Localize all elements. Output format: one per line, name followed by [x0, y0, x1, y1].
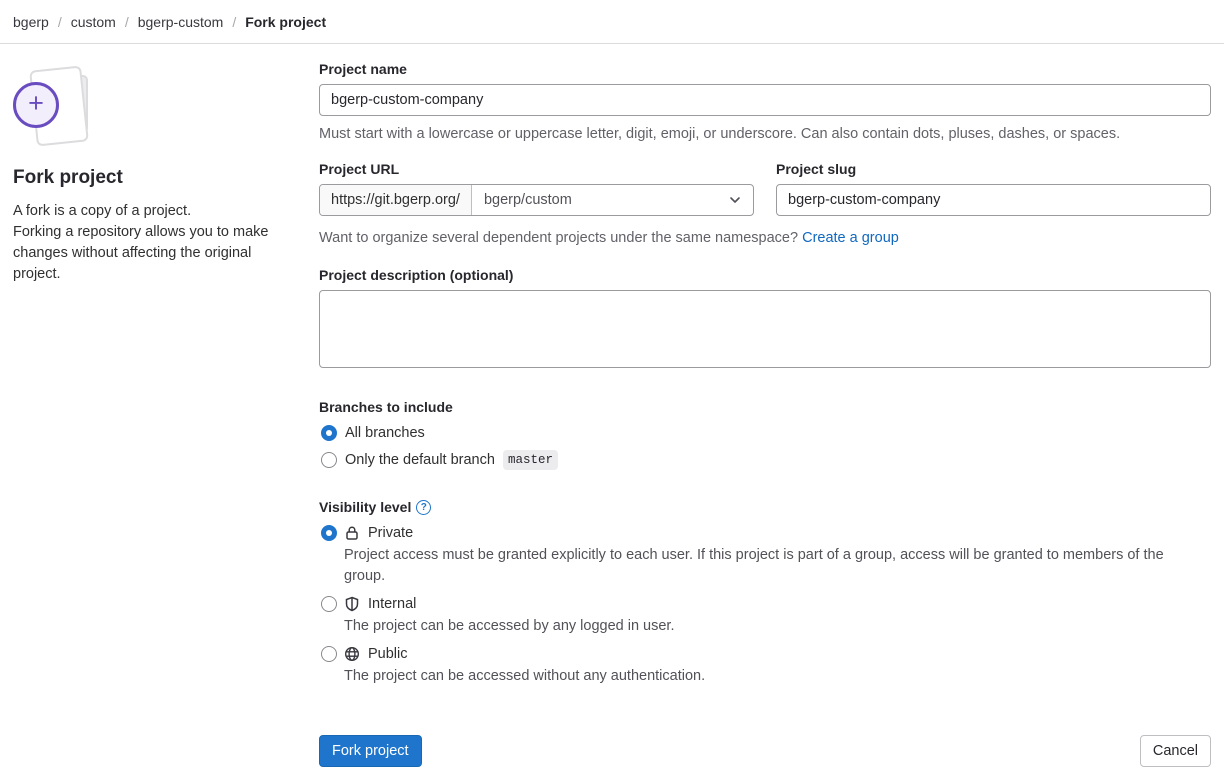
- branch-option-default-branch[interactable]: Only the default branch master: [319, 450, 1211, 470]
- lock-icon: [344, 525, 360, 541]
- fork-info-panel: + Fork project A fork is a copy of a pro…: [13, 61, 319, 767]
- project-name-group: Project name Must start with a lowercase…: [319, 61, 1211, 144]
- visibility-private-row[interactable]: Private: [319, 525, 1211, 541]
- public-radio[interactable]: [321, 646, 337, 662]
- fork-description-line: A fork is a copy of a project.: [13, 201, 289, 222]
- shield-icon: [344, 596, 360, 612]
- project-slug-input[interactable]: [776, 184, 1211, 216]
- namespace-help: Want to organize several dependent proje…: [319, 228, 1211, 248]
- breadcrumb-item-bgerp[interactable]: bgerp: [13, 14, 49, 30]
- breadcrumb-separator: /: [58, 14, 62, 30]
- chevron-down-icon: [729, 192, 741, 208]
- fork-project-form: Project name Must start with a lowercase…: [319, 61, 1211, 767]
- cancel-button[interactable]: Cancel: [1140, 735, 1211, 767]
- private-radio[interactable]: [321, 525, 337, 541]
- namespace-select[interactable]: bgerp/custom: [472, 185, 753, 215]
- project-url-label: Project URL: [319, 161, 754, 177]
- project-description-label: Project description (optional): [319, 267, 1211, 283]
- visibility-option-internal: Internal The project can be accessed by …: [319, 596, 1211, 637]
- project-slug-group: Project slug: [776, 161, 1211, 216]
- project-description-group: Project description (optional): [319, 267, 1211, 371]
- default-branch-label: Only the default branch: [345, 452, 495, 468]
- fork-project-button[interactable]: Fork project: [319, 735, 422, 767]
- create-group-link[interactable]: Create a group: [802, 230, 899, 246]
- breadcrumb-current-page: Fork project: [245, 14, 326, 30]
- public-description: The project can be accessed without any …: [344, 666, 1206, 687]
- private-description: Project access must be granted explicitl…: [344, 545, 1206, 587]
- plus-circle-icon: +: [13, 82, 59, 128]
- internal-description: The project can be accessed by any logge…: [344, 616, 1206, 637]
- fork-description-line: Forking a repository allows you to make …: [13, 222, 289, 285]
- private-label: Private: [368, 525, 413, 541]
- breadcrumb-item-bgerp-custom[interactable]: bgerp-custom: [138, 14, 224, 30]
- project-description-textarea[interactable]: [319, 290, 1211, 368]
- visibility-internal-row[interactable]: Internal: [319, 596, 1211, 612]
- form-actions: Fork project Cancel: [319, 735, 1211, 767]
- visibility-public-row[interactable]: Public: [319, 646, 1211, 662]
- project-name-input[interactable]: [319, 84, 1211, 116]
- all-branches-radio[interactable]: [321, 425, 337, 441]
- namespace-select-value: bgerp/custom: [484, 192, 572, 208]
- project-slug-label: Project slug: [776, 161, 1211, 177]
- visibility-option-public: Public The project can be accessed witho…: [319, 646, 1211, 687]
- branch-option-all-branches[interactable]: All branches: [319, 425, 1211, 441]
- branches-section: Branches to include All branches Only th…: [319, 399, 1211, 470]
- breadcrumb-item-custom[interactable]: custom: [71, 14, 116, 30]
- public-label: Public: [368, 646, 408, 662]
- branches-label: Branches to include: [319, 399, 1211, 415]
- project-name-label: Project name: [319, 61, 1211, 77]
- page-title: Fork project: [13, 167, 303, 189]
- plus-icon: +: [28, 90, 44, 117]
- breadcrumb-separator: /: [232, 14, 236, 30]
- visibility-section: Visibility level ? Private Project acces…: [319, 499, 1211, 687]
- project-url-group: Project URL https://git.bgerp.org/ bgerp…: [319, 161, 754, 216]
- default-branch-radio[interactable]: [321, 452, 337, 468]
- default-branch-badge: master: [503, 450, 558, 470]
- fork-project-illustration-icon: +: [13, 63, 113, 157]
- breadcrumb-separator: /: [125, 14, 129, 30]
- fork-description: A fork is a copy of a project. Forking a…: [13, 201, 289, 285]
- project-url-prefix: https://git.bgerp.org/: [320, 185, 472, 215]
- internal-label: Internal: [368, 596, 416, 612]
- breadcrumb: bgerp / custom / bgerp-custom / Fork pro…: [0, 0, 1224, 44]
- visibility-label: Visibility level: [319, 499, 411, 515]
- project-name-help: Must start with a lowercase or uppercase…: [319, 124, 1211, 144]
- all-branches-label: All branches: [345, 425, 425, 441]
- globe-icon: [344, 646, 360, 662]
- internal-radio[interactable]: [321, 596, 337, 612]
- namespace-help-text: Want to organize several dependent proje…: [319, 230, 798, 246]
- visibility-help-icon[interactable]: ?: [416, 500, 431, 515]
- visibility-option-private: Private Project access must be granted e…: [319, 525, 1211, 587]
